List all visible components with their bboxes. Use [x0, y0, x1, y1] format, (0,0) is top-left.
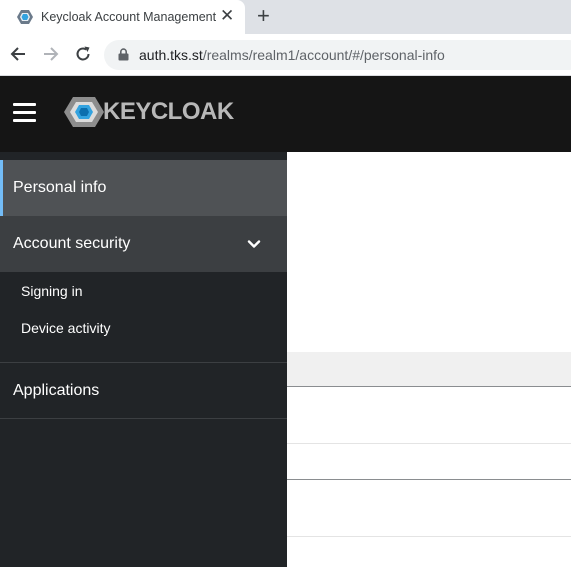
sidebar-item-label: Account security — [13, 235, 131, 252]
sidebar-item-label: Personal info — [13, 179, 107, 196]
close-tab-icon[interactable]: ✕ — [220, 7, 234, 25]
sidebar-subitem-label: Signing in — [21, 283, 83, 299]
hamburger-menu-icon[interactable] — [13, 103, 37, 125]
browser-tab-strip: Keycloak Account Management ✕ + — [0, 0, 571, 34]
url-text[interactable]: auth.tks.st/realms/realm1/account/#/pers… — [139, 47, 445, 63]
browser-toolbar: auth.tks.st/realms/realm1/account/#/pers… — [0, 34, 571, 76]
sidebar-divider — [0, 418, 287, 419]
sidebar-item-applications[interactable]: Applications — [0, 363, 287, 419]
sidebar-subitem-device-activity[interactable]: Device activity — [0, 319, 287, 339]
lock-icon[interactable] — [118, 48, 129, 61]
sidebar-item-label: Applications — [13, 382, 100, 399]
keycloak-logo-icon — [64, 97, 104, 127]
sidebar-subitem-signing-in[interactable]: Signing in — [0, 282, 287, 302]
sidebar-item-account-security[interactable]: Account security — [0, 216, 287, 272]
browser-tab[interactable]: Keycloak Account Management ✕ — [0, 0, 245, 34]
chevron-down-icon[interactable] — [247, 237, 261, 251]
new-tab-icon[interactable]: + — [257, 4, 270, 28]
forward-arrow-icon[interactable] — [40, 44, 60, 64]
url-path: /realms/realm1/account/#/personal-info — [202, 47, 445, 63]
app-header: KEYCLOAK — [0, 76, 571, 152]
address-bar[interactable]: auth.tks.st/realms/realm1/account/#/pers… — [104, 40, 571, 70]
reload-icon[interactable] — [73, 44, 93, 64]
sidebar-nav: Personal info Account security Signing i… — [0, 152, 287, 567]
keycloak-favicon-icon — [17, 10, 33, 24]
sidebar-subitem-label: Device activity — [21, 320, 111, 336]
sidebar-item-personal-info[interactable]: Personal info — [0, 160, 287, 216]
tab-title: Keycloak Account Management — [41, 10, 217, 24]
back-arrow-icon[interactable] — [9, 44, 29, 64]
url-host: auth.tks.st — [139, 47, 203, 63]
logo-wordmark: KEYCLOAK — [103, 98, 234, 125]
